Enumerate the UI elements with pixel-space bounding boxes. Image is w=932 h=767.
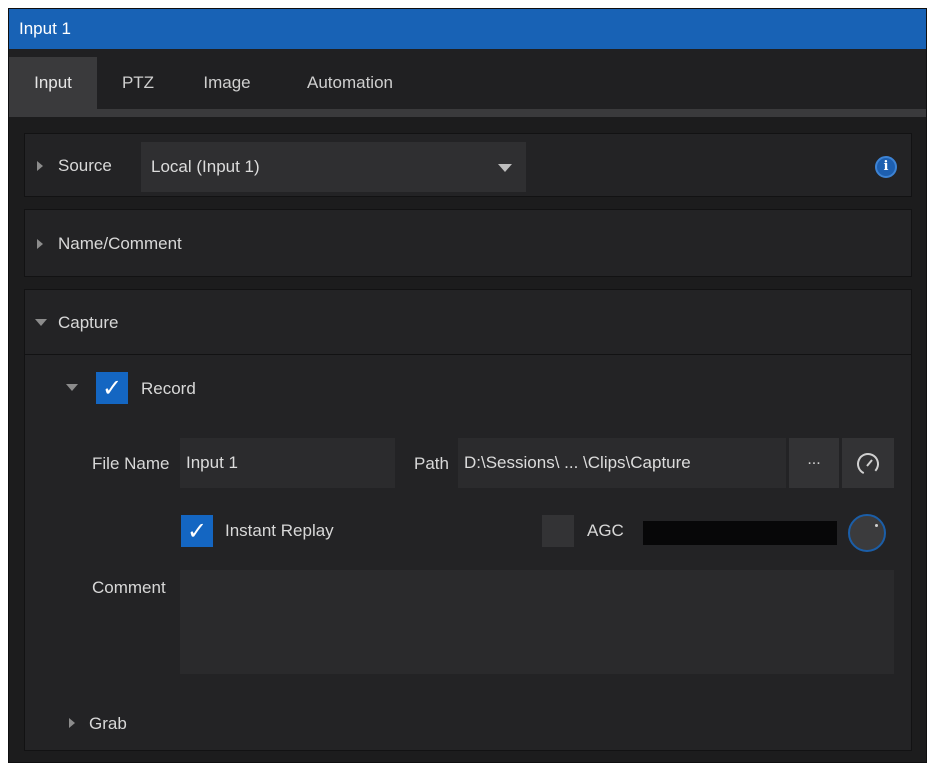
info-icon[interactable]: i (875, 156, 897, 178)
comment-textarea[interactable] (180, 570, 894, 674)
expand-arrow-icon[interactable] (37, 239, 43, 249)
file-name-value: Input 1 (186, 453, 238, 472)
name-comment-label[interactable]: Name/Comment (58, 234, 182, 254)
tab-image[interactable]: Image (185, 57, 269, 109)
path-value: D:\Sessions\ ... \Clips\Capture (464, 453, 691, 472)
name-comment-section: Name/Comment (24, 209, 912, 277)
collapse-arrow-icon[interactable] (66, 384, 78, 391)
tab-automation[interactable]: Automation (289, 57, 411, 109)
agc-checkbox[interactable] (542, 515, 574, 547)
capture-section: Capture ✓ Record File Name Input 1 Path … (24, 289, 912, 751)
path-field[interactable]: D:\Sessions\ ... \Clips\Capture (458, 438, 786, 488)
window-title: Input 1 (9, 9, 926, 49)
tab-divider (9, 109, 926, 117)
tab-bar: Input PTZ Image Automation (9, 49, 926, 117)
dropdown-caret-icon (498, 164, 512, 172)
path-label: Path (414, 454, 449, 473)
file-name-field[interactable]: Input 1 (180, 438, 395, 488)
browse-button[interactable]: ... (789, 438, 839, 488)
comment-label: Comment (92, 578, 166, 597)
collapse-arrow-icon[interactable] (35, 319, 47, 326)
record-label: Record (141, 379, 196, 398)
record-checkbox[interactable]: ✓ (96, 372, 128, 404)
input-settings-window: Input 1 Input PTZ Image Automation Sourc… (8, 8, 927, 763)
gauge-icon (857, 453, 879, 475)
expand-arrow-icon[interactable] (37, 161, 43, 171)
knob-icon[interactable] (848, 514, 886, 552)
capture-header: Capture (25, 290, 911, 355)
instant-replay-label: Instant Replay (225, 521, 334, 540)
gauge-button[interactable] (842, 438, 894, 488)
source-label: Source (58, 156, 112, 175)
audio-level-meter (643, 521, 837, 545)
capture-label[interactable]: Capture (58, 313, 118, 333)
agc-label: AGC (587, 521, 624, 540)
tab-input[interactable]: Input (9, 57, 97, 109)
tab-ptz[interactable]: PTZ (105, 57, 171, 109)
knob-indicator (875, 524, 878, 527)
expand-arrow-icon[interactable] (69, 718, 75, 728)
grab-label[interactable]: Grab (89, 714, 127, 734)
source-dropdown-value: Local (Input 1) (151, 157, 260, 176)
source-section: Source Local (Input 1) i (24, 133, 912, 197)
instant-replay-checkbox[interactable]: ✓ (181, 515, 213, 547)
source-dropdown[interactable]: Local (Input 1) (141, 142, 526, 192)
file-name-label: File Name (92, 454, 170, 473)
